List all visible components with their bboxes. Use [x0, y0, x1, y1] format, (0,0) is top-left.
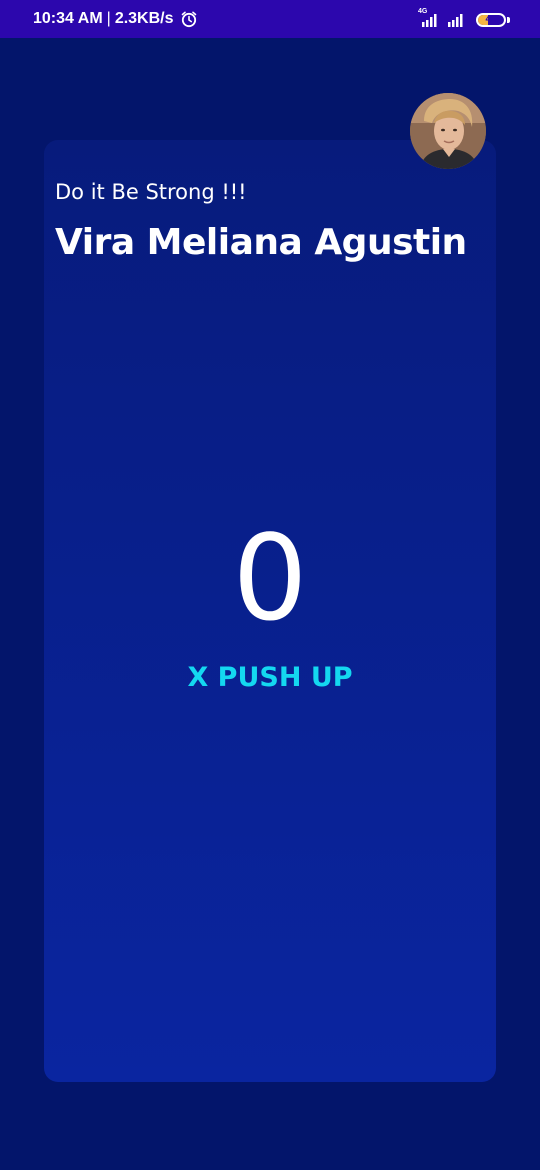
network-type: 4G [418, 8, 428, 15]
user-name: Vira Meliana Agustin [55, 222, 467, 263]
battery-cap [507, 17, 510, 23]
status-time: 10:34 AM [33, 10, 103, 27]
battery-level: 40 [485, 14, 497, 25]
exercise-label: X PUSH UP [187, 662, 353, 693]
pushup-counter: 0 [232, 509, 308, 647]
user-avatar-photo [410, 93, 486, 169]
avatar[interactable] [410, 93, 486, 169]
status-bar: 10:34 AM | 2.3KB/s 4G 40 [0, 0, 540, 38]
status-separator: | [106, 10, 111, 27]
alarm-icon [180, 10, 198, 28]
status-right: 4G 40 [412, 8, 510, 28]
signal-icon [446, 12, 468, 28]
battery-icon: 40 [476, 13, 506, 27]
motto-text: Do it Be Strong !!! [55, 180, 247, 204]
status-left: 10:34 AM | 2.3KB/s [33, 10, 198, 28]
signal-icon: 4G [418, 8, 440, 28]
network-speed: 2.3KB/s [114, 10, 174, 27]
